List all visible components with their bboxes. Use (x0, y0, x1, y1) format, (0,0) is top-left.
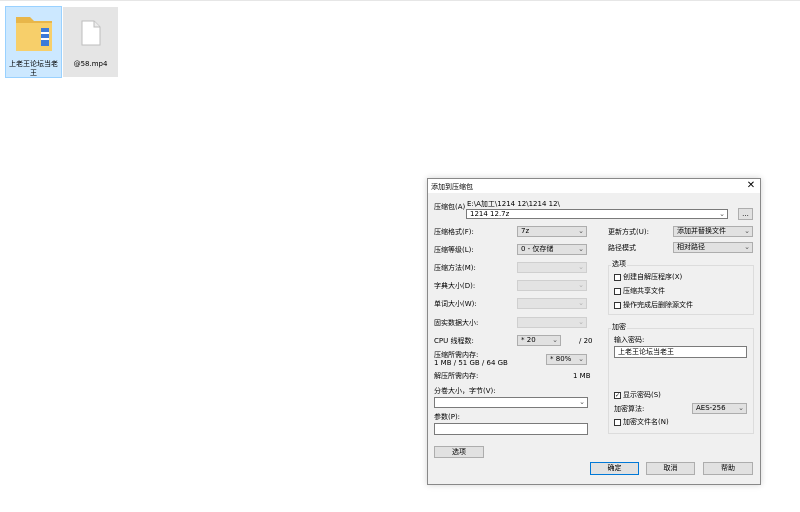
desktop-folder-label: 上老王论坛当老王 (9, 60, 58, 77)
mem-value: 1 MB / 51 GB / 64 GB (434, 359, 508, 367)
format-value: 7z (521, 227, 530, 235)
dict-select: ⌄ (517, 280, 587, 291)
split-label: 分卷大小，字节(V): (434, 387, 496, 395)
archive-label: 压缩包(A) (434, 203, 466, 211)
pathmode-label: 路径模式 (608, 244, 636, 252)
password-label: 输入密码: (614, 336, 645, 344)
pathmode-value: 相对路径 (677, 243, 705, 251)
encrypt-names-checkbox[interactable] (614, 419, 621, 426)
cpu-select[interactable]: * 20 ⌄ (517, 335, 561, 346)
dict-label: 字典大小(D): (434, 282, 476, 290)
dialog-title: 添加到压缩包 (431, 183, 473, 191)
dialog-titlebar: 添加到压缩包 ✕ (428, 179, 760, 193)
file-icon (81, 20, 101, 46)
chevron-down-icon: ⌄ (578, 299, 584, 307)
method-select: ⌄ (517, 262, 587, 273)
browse-button[interactable]: ... (738, 208, 753, 220)
chevron-down-icon: ⌄ (738, 404, 744, 412)
update-label: 更新方式(U): (608, 228, 649, 236)
chevron-down-icon: ⌄ (552, 336, 558, 344)
word-select: ⌄ (517, 298, 587, 309)
cancel-button[interactable]: 取消 (646, 462, 695, 475)
mem-pct-select[interactable]: * 80% ⌄ (546, 354, 587, 365)
delete-source-checkbox[interactable] (614, 302, 621, 309)
cpu-value: 20 (526, 336, 536, 344)
delete-source-label: 操作完成后删除源文件 (623, 301, 693, 309)
level-label: 压缩等级(L): (434, 246, 474, 254)
cpu-label: CPU 线程数: (434, 337, 474, 345)
add-to-archive-dialog: 添加到压缩包 ✕ 压缩包(A) E:\A加工\1214 12\1214 12\ … (427, 178, 761, 485)
method-label: 压缩方法(M): (434, 264, 476, 272)
solid-select: ⌄ (517, 317, 587, 328)
chevron-down-icon[interactable]: ⌄ (719, 210, 725, 218)
shared-label: 压缩共享文件 (623, 287, 665, 295)
params-input[interactable] (434, 423, 588, 435)
chevron-down-icon: ⌄ (578, 263, 584, 271)
chevron-down-icon: ⌄ (578, 245, 584, 253)
format-select[interactable]: 7z ⌄ (517, 226, 587, 237)
level-value: 0 - 仅存储 (521, 245, 554, 253)
params-label: 参数(P): (434, 413, 461, 421)
mem-pct-value: 80% (555, 355, 572, 363)
password-value: 上老王论坛当老王 (618, 348, 674, 356)
encrypt-names-label: 加密文件名(N) (623, 418, 669, 426)
chevron-down-icon: ⌄ (578, 355, 584, 363)
desktop-folder-item[interactable]: 上老王论坛当老王 (5, 6, 62, 78)
format-label: 压缩格式(F): (434, 228, 474, 236)
desktop-file-item[interactable]: @58.mp4 (63, 7, 118, 77)
chevron-down-icon: ⌄ (578, 318, 584, 326)
chevron-down-icon[interactable]: ⌄ (579, 398, 585, 406)
chevron-down-icon: ⌄ (578, 227, 584, 235)
chevron-down-icon: ⌄ (578, 281, 584, 289)
close-icon[interactable]: ✕ (746, 180, 756, 191)
level-select[interactable]: 0 - 仅存储 ⌄ (517, 244, 587, 255)
decomp-label: 解压所需内存: (434, 372, 479, 380)
desktop-file-label: @58.mp4 (73, 60, 108, 68)
options-button[interactable]: 选项 (434, 446, 484, 458)
help-button[interactable]: 帮助 (703, 462, 753, 475)
chevron-down-icon: ⌄ (744, 243, 750, 251)
encryption-group-title: 加密 (611, 323, 627, 332)
sfx-label: 创建自解压程序(X) (623, 273, 683, 281)
folder-icon (16, 17, 52, 51)
cpu-total: / 20 (579, 337, 593, 345)
word-label: 单词大小(W): (434, 300, 477, 308)
archive-name-input[interactable]: 1214 12.7z ⌄ (466, 209, 728, 219)
update-value: 添加并替换文件 (677, 227, 726, 235)
show-password-label: 显示密码(S) (623, 391, 661, 399)
options-group-title: 选项 (611, 260, 627, 269)
top-border (0, 0, 800, 1)
algo-label: 加密算法: (614, 405, 645, 413)
shared-checkbox[interactable] (614, 288, 621, 295)
password-input[interactable]: 上老王论坛当老王 (614, 346, 747, 358)
archive-path: E:\A加工\1214 12\1214 12\ (467, 200, 560, 208)
sfx-checkbox[interactable] (614, 274, 621, 281)
split-input[interactable]: ⌄ (434, 397, 588, 408)
chevron-down-icon: ⌄ (744, 227, 750, 235)
archive-name-value: 1214 12.7z (470, 210, 510, 218)
algo-select[interactable]: AES-256 ⌄ (692, 403, 747, 414)
show-password-checkbox[interactable]: ✓ (614, 392, 621, 399)
update-select[interactable]: 添加并替换文件 ⌄ (673, 226, 753, 237)
solid-label: 固实数据大小: (434, 319, 479, 327)
algo-value: AES-256 (696, 404, 726, 412)
ok-button[interactable]: 确定 (590, 462, 639, 475)
pathmode-select[interactable]: 相对路径 ⌄ (673, 242, 753, 253)
decomp-value: 1 MB (573, 372, 591, 380)
